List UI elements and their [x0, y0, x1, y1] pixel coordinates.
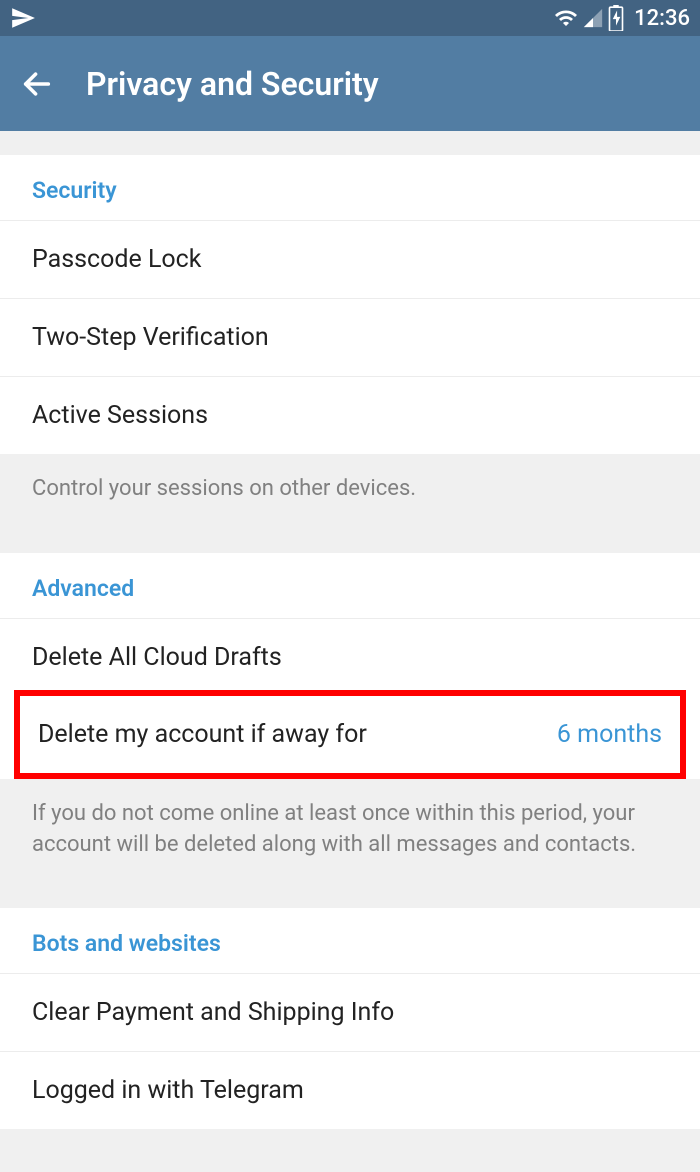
status-left: [10, 5, 36, 31]
highlight-annotation: Delete my account if away for 6 months: [14, 690, 686, 779]
delete-account-value: 6 months: [557, 720, 662, 749]
logged-in-label: Logged in with Telegram: [32, 1076, 304, 1105]
section-bots: Bots and websites Clear Payment and Ship…: [0, 908, 700, 1129]
content: Security Passcode Lock Two-Step Verifica…: [0, 155, 700, 1129]
active-sessions-row[interactable]: Active Sessions: [0, 376, 700, 454]
two-step-verification-label: Two-Step Verification: [32, 323, 269, 352]
app-header: Privacy and Security: [0, 36, 700, 131]
arrow-left-icon: [20, 67, 54, 101]
two-step-verification-row[interactable]: Two-Step Verification: [0, 298, 700, 376]
delete-drafts-label: Delete All Cloud Drafts: [32, 643, 282, 672]
signal-icon: [582, 7, 604, 29]
back-button[interactable]: [20, 67, 54, 101]
clear-payment-label: Clear Payment and Shipping Info: [32, 998, 394, 1027]
section-security: Security Passcode Lock Two-Step Verifica…: [0, 155, 700, 454]
section-footer-security: Control your sessions on other devices.: [0, 454, 700, 529]
status-time: 12:36: [634, 6, 690, 31]
wifi-icon: [554, 6, 578, 30]
clear-payment-row[interactable]: Clear Payment and Shipping Info: [0, 973, 700, 1051]
section-advanced: Advanced Delete All Cloud Drafts Delete …: [0, 553, 700, 779]
delete-drafts-row[interactable]: Delete All Cloud Drafts: [0, 618, 700, 696]
passcode-lock-label: Passcode Lock: [32, 245, 201, 274]
logged-in-row[interactable]: Logged in with Telegram: [0, 1051, 700, 1129]
status-right: 12:36: [554, 5, 690, 31]
delete-account-row[interactable]: Delete my account if away for 6 months: [20, 696, 680, 773]
status-bar: 12:36: [0, 0, 700, 36]
battery-charging-icon: [608, 5, 624, 31]
section-footer-advanced: If you do not come online at least once …: [0, 779, 700, 885]
section-header-bots: Bots and websites: [0, 908, 700, 973]
active-sessions-label: Active Sessions: [32, 401, 208, 430]
page-title: Privacy and Security: [86, 65, 379, 103]
telegram-icon: [10, 5, 36, 31]
delete-account-label: Delete my account if away for: [38, 720, 367, 749]
section-header-security: Security: [0, 155, 700, 220]
passcode-lock-row[interactable]: Passcode Lock: [0, 220, 700, 298]
section-header-advanced: Advanced: [0, 553, 700, 618]
